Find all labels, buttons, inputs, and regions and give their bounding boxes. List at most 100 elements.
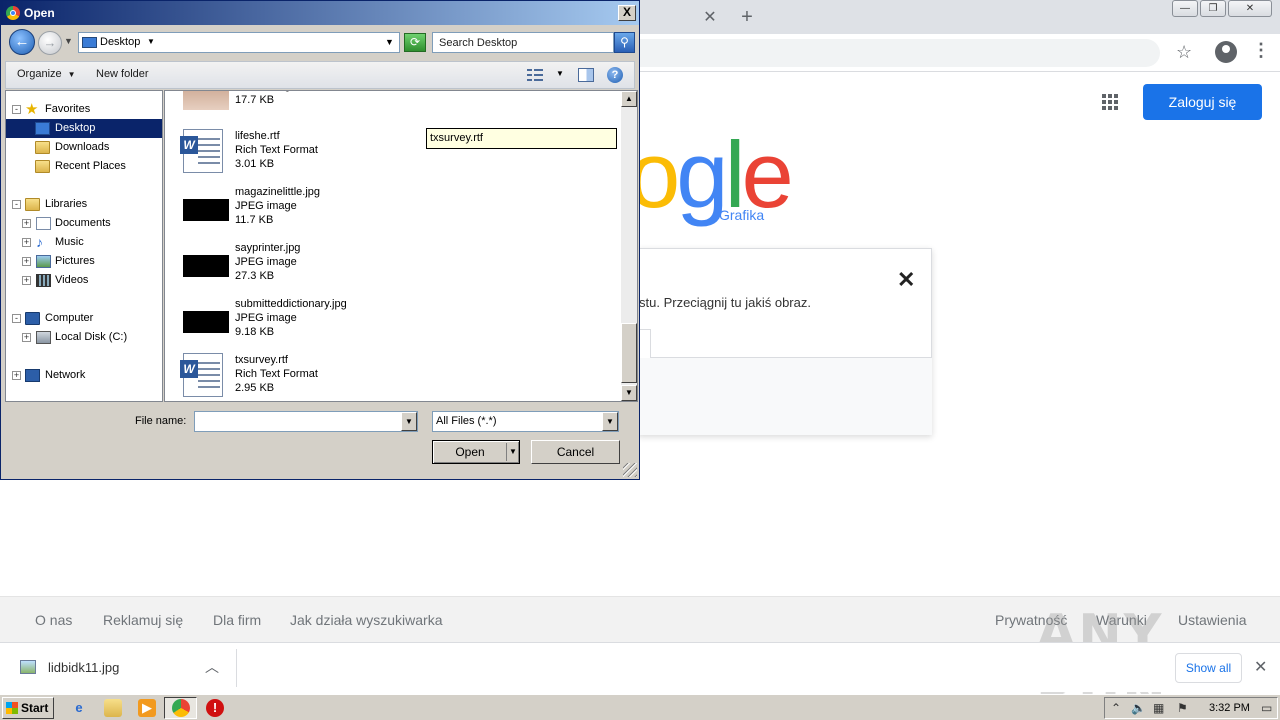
expand-icon[interactable]: + [22,257,31,266]
chrome-task-button[interactable] [164,697,197,719]
image-thumbnail [183,255,229,277]
view-dropdown-icon[interactable]: ▼ [556,69,564,78]
footer-link-about[interactable]: O nas [35,612,72,628]
chevron-up-icon[interactable]: ⌃ [1111,701,1121,715]
address-bar[interactable]: Desktop ▼ ▼ [78,32,400,53]
tree-item-libraries[interactable]: - Libraries [6,195,162,214]
volume-icon[interactable]: 🔈 [1131,701,1146,715]
expand-icon[interactable]: + [22,276,31,285]
change-view-icon[interactable] [527,68,543,82]
file-item[interactable]: submitteddictionary.jpg JPEG image 9.18 … [183,297,483,353]
back-arrow-icon[interactable]: ← [9,29,35,55]
clock[interactable]: 3:32 PM [1209,702,1250,714]
dialog-titlebar[interactable]: Open X [1,1,639,25]
start-button[interactable]: Start [2,697,54,719]
tree-item-desktop[interactable]: Desktop [6,119,162,138]
scroll-down-arrow-icon[interactable]: ▼ [621,385,637,401]
file-item[interactable]: sayprinter.jpg JPEG image 27.3 KB [183,241,483,297]
file-type-select[interactable]: All Files (*.*) ▼ [432,411,619,432]
forward-arrow-icon[interactable]: → [38,31,62,55]
panel-instructions: stu. Przeciągnij tu jakiś obraz. [639,295,811,310]
tree-item-network[interactable]: + Network [6,366,162,385]
help-icon[interactable]: ? [607,67,623,83]
show-desktop-icon[interactable]: ▭ [1261,701,1272,715]
flag-icon[interactable]: ⚑ [1177,701,1188,715]
desktop-icon [82,37,97,48]
navigation-bar: ← → ▼ Desktop ▼ ▼ ⟳ ⚲ [1,25,639,59]
breadcrumb-arrow-icon[interactable]: ▼ [147,37,155,46]
chrome-icon [6,6,20,20]
minimize-button[interactable]: — [1172,0,1198,17]
panel-tab[interactable] [639,329,651,358]
organize-button[interactable]: Organize ▼ [17,68,76,80]
new-tab-button[interactable]: + [736,6,758,28]
file-item[interactable]: W txsurvey.rtf Rich Text Format 2.95 KB [180,353,483,401]
cancel-button[interactable]: Cancel [531,440,620,464]
collapse-icon[interactable]: - [12,105,21,114]
tree-item-recent-places[interactable]: Recent Places [6,157,162,176]
upload-area[interactable] [639,358,932,435]
profile-icon[interactable] [1215,41,1237,63]
recent-locations-dropdown[interactable]: ▼ [64,36,73,46]
chevron-down-icon[interactable]: ▼ [401,412,417,431]
restore-button[interactable]: ❐ [1200,0,1226,17]
scrollbar-thumb[interactable] [621,323,637,383]
close-icon[interactable]: ✕ [897,267,915,293]
footer-link-business[interactable]: Dla firm [213,612,261,628]
scroll-up-arrow-icon[interactable]: ▲ [621,91,637,107]
preview-pane-icon[interactable] [578,68,594,82]
open-button[interactable]: Open ▼ [432,440,520,464]
file-item[interactable]: magazinelittle.jpg JPEG image 11.7 KB [183,185,483,241]
tree-item-local-disk[interactable]: + Local Disk (C:) [6,328,162,347]
tab-close-icon[interactable]: ✕ [700,8,720,28]
folder-icon[interactable] [104,699,122,717]
footer-link-advertising[interactable]: Reklamuj się [103,612,183,628]
tree-item-documents[interactable]: + Documents [6,214,162,233]
window-close-button[interactable]: ✕ [1228,0,1272,17]
tree-item-pictures[interactable]: + Pictures [6,252,162,271]
tree-item-computer[interactable]: - Computer [6,309,162,328]
tree-item-favorites[interactable]: - ★ Favorites [6,100,162,119]
command-bar: Organize ▼ New folder ▼ ? [5,61,635,89]
expand-icon[interactable]: + [22,238,31,247]
ie-icon[interactable]: e [70,699,88,717]
chevron-up-icon[interactable]: ︿ [205,657,219,677]
tree-item-videos[interactable]: + Videos [6,271,162,290]
image-thumbnail [183,311,229,333]
file-name-input[interactable] [195,412,399,431]
tree-item-music[interactable]: + ♪ Music [6,233,162,252]
dialog-close-button[interactable]: X [618,5,636,21]
vertical-scrollbar[interactable]: ▲ ▼ [621,91,637,401]
bookmark-star-icon[interactable]: ☆ [1176,42,1192,63]
collapse-icon[interactable]: - [12,314,21,323]
network-icon[interactable]: ▦ [1153,701,1164,715]
search-icon[interactable]: ⚲ [614,32,635,53]
expand-icon[interactable]: + [22,333,31,342]
refresh-icon[interactable]: ⟳ [404,33,426,52]
stop-icon[interactable]: ! [206,699,224,717]
resize-grip[interactable] [623,463,637,477]
collapse-icon[interactable]: - [12,200,21,209]
download-item-name[interactable]: lidbidk11.jpg [48,660,119,675]
system-tray: ⌃ 🔈 ▦ ⚑ 3:32 PM ▭ [1104,697,1278,719]
expand-icon[interactable]: + [22,219,31,228]
media-player-icon[interactable]: ▶ [138,699,156,717]
image-thumbnail [183,91,229,110]
search-field[interactable] [432,32,614,53]
footer-link-how-search-works[interactable]: Jak działa wyszukiwarka [290,612,443,628]
close-icon[interactable]: ✕ [1254,657,1267,677]
file-name-combobox[interactable]: ▼ [194,411,418,432]
signin-button[interactable]: Zaloguj się [1143,84,1262,120]
chevron-down-icon[interactable]: ▼ [602,412,618,431]
address-dropdown-icon[interactable]: ▼ [385,37,394,47]
kebab-menu-icon[interactable]: ⋮ [1252,40,1270,61]
show-all-button[interactable]: Show all [1175,653,1242,683]
disk-icon [36,331,51,344]
tree-item-downloads[interactable]: Downloads [6,138,162,157]
search-input[interactable] [433,33,611,52]
open-options-arrow-icon[interactable]: ▼ [509,447,517,456]
expand-icon[interactable]: + [12,371,21,380]
omnibox[interactable] [600,39,1160,67]
apps-grid-icon[interactable] [1102,94,1118,110]
new-folder-button[interactable]: New folder [96,68,149,80]
